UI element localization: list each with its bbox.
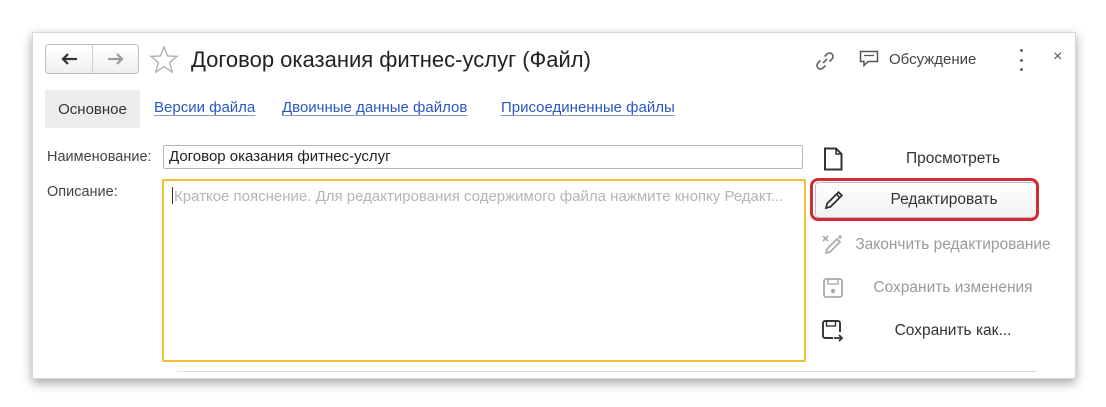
discussion-button[interactable]: Обсуждение — [859, 48, 976, 70]
edit-button-highlight — [810, 178, 1039, 221]
save-icon — [823, 278, 843, 298]
view-button[interactable]: Просмотреть — [813, 141, 1053, 177]
finish-edit-icon — [822, 235, 842, 255]
save-changes-label: Сохранить изменения — [873, 279, 1033, 296]
description-field[interactable]: Краткое пояснение. Для редактирования со… — [162, 179, 806, 362]
description-placeholder: Краткое пояснение. Для редактирования со… — [174, 188, 784, 205]
star-icon — [149, 45, 179, 74]
view-label: Просмотреть — [905, 150, 1001, 167]
discussion-icon — [859, 50, 879, 68]
file-card-window: Договор оказания фитнес-услуг (Файл) Обс… — [32, 32, 1076, 379]
save-as-label: Сохранить как... — [894, 322, 1012, 339]
favorite-star-button[interactable] — [149, 45, 179, 75]
tab-file-versions[interactable]: Версии файла — [154, 99, 255, 116]
save-as-button[interactable]: Сохранить как... — [813, 313, 1053, 349]
forward-button[interactable] — [92, 45, 138, 73]
tab-attached-files[interactable]: Присоединенные файлы — [501, 99, 675, 116]
more-icon[interactable] — [1017, 49, 1025, 71]
navigation-group — [45, 44, 139, 74]
tab-binary-data[interactable]: Двоичные данные файлов — [282, 99, 467, 116]
window-title: Договор оказания фитнес-услуг (Файл) — [191, 47, 591, 72]
back-arrow-icon — [61, 53, 77, 65]
discussion-label: Обсуждение — [889, 50, 977, 68]
back-button[interactable] — [46, 45, 92, 73]
save-changes-button[interactable]: Сохранить изменения — [813, 270, 1053, 306]
finish-edit-label: Закончить редактирование — [855, 236, 1051, 253]
close-icon[interactable]: × — [1053, 48, 1062, 66]
finish-edit-button[interactable]: Закончить редактирование — [813, 227, 1053, 263]
document-icon — [824, 147, 843, 171]
name-field[interactable]: Договор оказания фитнес-услуг — [163, 145, 803, 169]
name-label: Наименование: — [47, 149, 152, 165]
bottom-toolbar-strip — [177, 371, 1037, 378]
link-icon — [816, 52, 834, 70]
copy-link-button[interactable] — [815, 51, 835, 76]
save-as-icon — [822, 320, 844, 342]
tab-main[interactable]: Основное — [45, 90, 140, 128]
text-caret — [172, 187, 173, 204]
forward-arrow-icon — [107, 53, 124, 65]
description-label: Описание: — [47, 184, 118, 200]
